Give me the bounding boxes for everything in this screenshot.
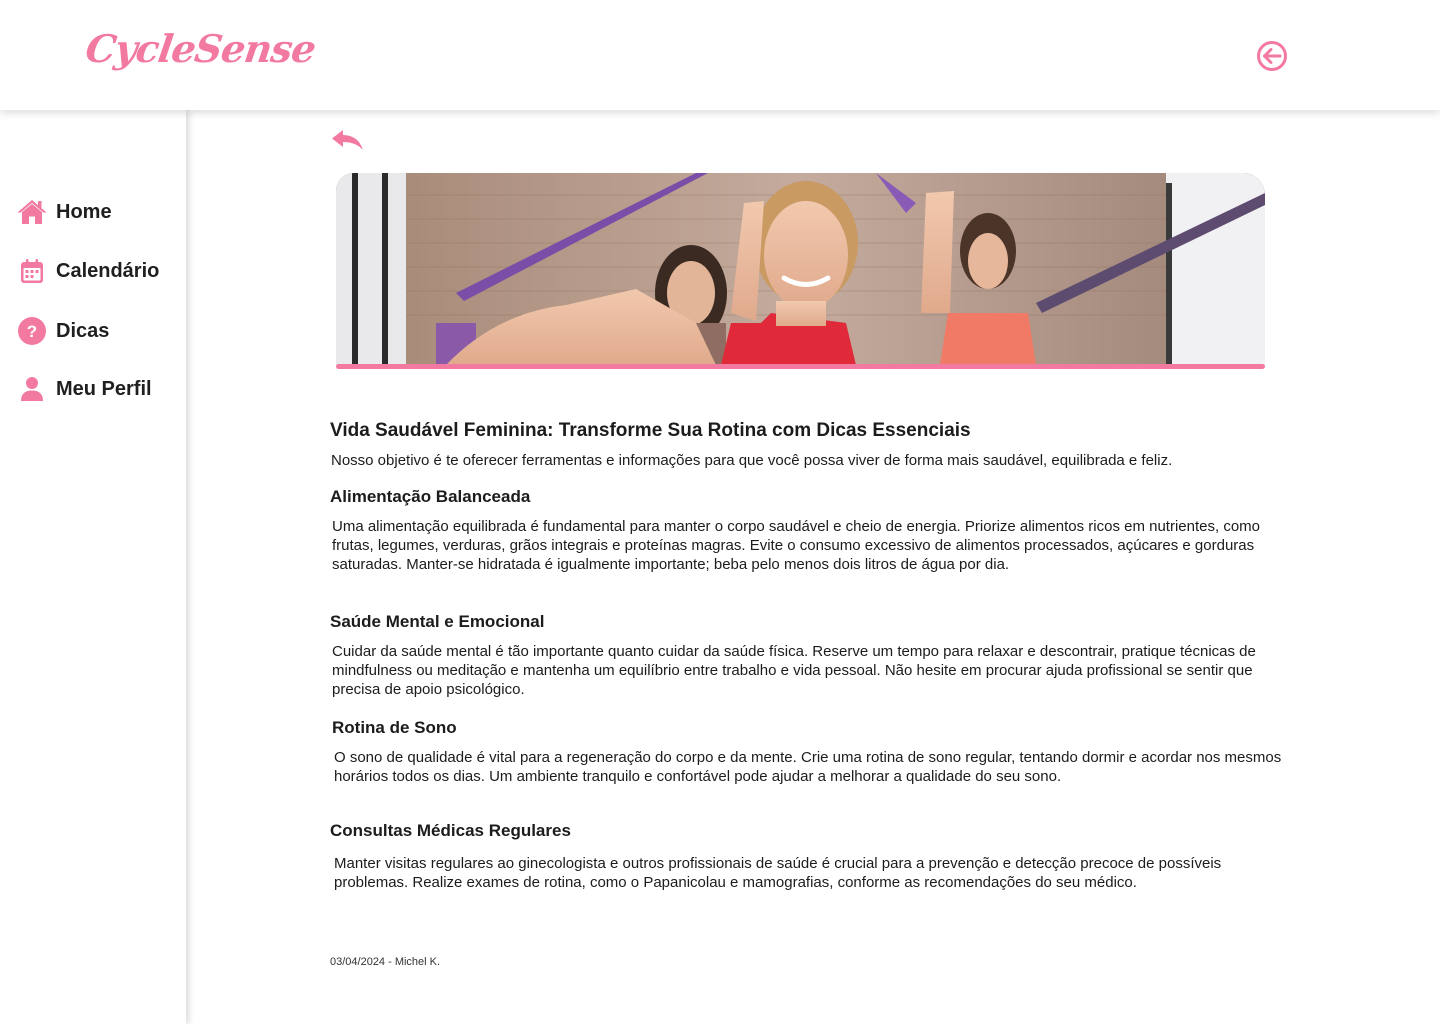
- sidebar-item-tips[interactable]: ? Dicas: [16, 315, 109, 347]
- sidebar-item-label: Home: [56, 200, 112, 223]
- section-body-sleep: O sono de qualidade é vital para a regen…: [334, 749, 1282, 785]
- question-circle-icon: ?: [16, 316, 48, 346]
- section-title-sleep: Rotina de Sono: [332, 718, 457, 737]
- calendar-icon: [16, 256, 48, 286]
- section-title-nutrition: Alimentação Balanceada: [330, 487, 531, 506]
- article-meta: 03/04/2024 - Michel K.: [330, 956, 441, 968]
- article-intro: Nosso objetivo é te oferecer ferramentas…: [331, 452, 1173, 469]
- section-title-medical: Consultas Médicas Regulares: [330, 821, 571, 840]
- hero-underline: [336, 364, 1265, 369]
- user-icon: [16, 374, 48, 404]
- sidebar-item-label: Meu Perfil: [56, 377, 152, 400]
- sidebar-nav: Home Calendário ? Dicas Meu Perfil: [0, 110, 186, 1024]
- svg-text:?: ?: [27, 322, 37, 341]
- top-header: CycleSense: [0, 0, 1440, 110]
- section-body-medical: Manter visitas regulares ao ginecologist…: [334, 855, 1222, 891]
- brand-logo[interactable]: CycleSense: [83, 26, 318, 71]
- sidebar-item-calendar[interactable]: Calendário: [16, 255, 159, 287]
- hero-image: [336, 173, 1265, 365]
- sidebar-item-label: Calendário: [56, 259, 160, 282]
- section-title-mental-health: Saúde Mental e Emocional: [330, 612, 545, 631]
- sidebar-item-profile[interactable]: Meu Perfil: [16, 373, 152, 405]
- logout-arrow-circle-icon[interactable]: [1255, 39, 1289, 73]
- sidebar-item-home[interactable]: Home: [16, 196, 112, 228]
- sidebar-item-label: Dicas: [56, 319, 110, 342]
- section-body-nutrition: Uma alimentação equilibrada é fundamenta…: [332, 518, 1261, 573]
- home-icon: [16, 197, 48, 227]
- section-body-mental-health: Cuidar da saúde mental é tão importante …: [332, 643, 1256, 698]
- reply-arrow-icon[interactable]: [330, 128, 366, 154]
- article-title: Vida Saudável Feminina: Transforme Sua R…: [330, 420, 971, 441]
